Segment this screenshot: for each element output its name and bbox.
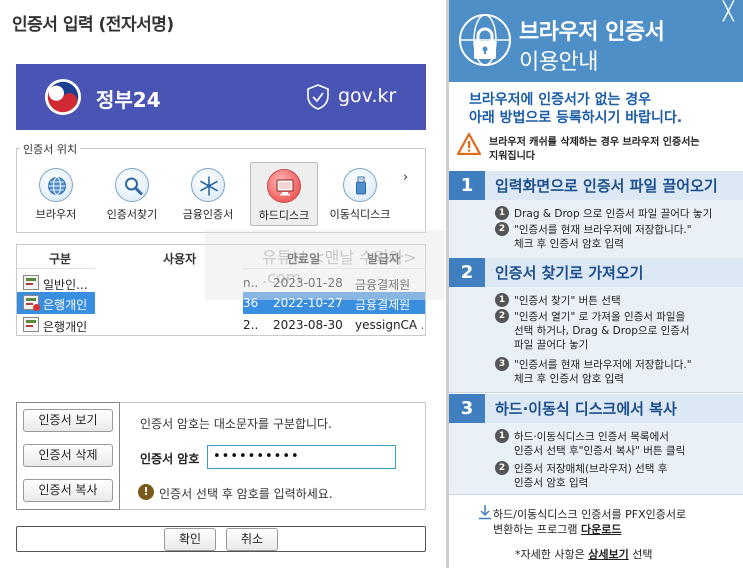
step-text: 선택 하거나, Drag & Drop으로 인증서 bbox=[514, 325, 690, 337]
step-text: 인증서 암호 입력 bbox=[514, 477, 589, 489]
certificate-dialog: 인증서 입력 (전자서명) 정부24 gov.kr 인증서 위치 브라우저 인증… bbox=[0, 0, 446, 568]
delete-cert-button[interactable]: 인증서 삭제 bbox=[23, 444, 113, 467]
magnifier-icon bbox=[115, 168, 149, 202]
watermark-text: 유튜브 <맨날 수리아> .com bbox=[262, 248, 417, 287]
step-text: "인증서를 현재 브라우저에 저장합니다." bbox=[514, 224, 692, 236]
view-cert-button[interactable]: 인증서 보기 bbox=[23, 409, 113, 432]
step-number: 2 bbox=[495, 309, 509, 323]
ok-button[interactable]: 확인 bbox=[164, 528, 216, 551]
password-label: 인증서 암호 bbox=[140, 452, 200, 466]
location-browser[interactable]: 브라우저 bbox=[22, 162, 90, 226]
step-text: 인증서 선택 후"인증서 복사" 버튼 클릭 bbox=[514, 445, 686, 457]
copy-cert-button[interactable]: 인증서 복사 bbox=[23, 479, 113, 502]
location-financial-cert[interactable]: 금융인증서 bbox=[174, 162, 242, 226]
guide-title-line1: 브라우저 인증서 bbox=[519, 20, 665, 45]
certificate-icon bbox=[23, 275, 39, 290]
shield-check-icon bbox=[307, 84, 329, 110]
section-number: 1 bbox=[449, 171, 485, 200]
location-hard-disk[interactable]: 하드디스크 bbox=[250, 162, 318, 226]
location-browser-label: 브라우저 bbox=[35, 208, 77, 221]
step-number: 1 bbox=[495, 293, 509, 307]
location-financial-cert-label: 금융인증서 bbox=[182, 208, 234, 221]
section-body: 1 하드·이동식디스크 인증서 목록에서 인증서 선택 후"인증서 복사" 버튼… bbox=[449, 423, 743, 495]
cell-user: 2... bbox=[243, 318, 259, 332]
location-find-cert-label: 인증서찾기 bbox=[106, 208, 158, 221]
detail-line: *자세한 사항은 상세보기 선택 bbox=[515, 546, 652, 562]
section-number: 2 bbox=[449, 258, 485, 287]
step-text: 파일 끌어다 놓기 bbox=[514, 339, 589, 351]
select-cert-hint: 인증서 선택 후 암호를 입력하세요. bbox=[159, 487, 333, 501]
gov-banner: 정부24 gov.kr bbox=[16, 64, 426, 130]
detail-suffix: 선택 bbox=[628, 548, 653, 561]
step-text: Drag & Drop 으로 인증서 파일 끌어다 놓기 bbox=[514, 208, 713, 220]
step-text: "인증서를 현재 브라우저에 저장합니다." bbox=[514, 359, 692, 371]
info-icon: ! bbox=[138, 484, 154, 500]
button-bar bbox=[16, 526, 426, 552]
case-sensitive-hint: 인증서 암호는 대소문자를 구분합니다. bbox=[140, 417, 332, 431]
browser-cert-guide-panel: 브라우저 인증서 이용안내 ╳ 브라우저에 인증서가 없는 경우 아래 방법으로… bbox=[449, 0, 743, 568]
gov24-name: 정부24 bbox=[96, 88, 161, 112]
location-find-cert[interactable]: 인증서찾기 bbox=[98, 162, 166, 226]
section-body: 1 Drag & Drop 으로 인증서 파일 끌어다 놓기 2 "인증서를 현… bbox=[449, 200, 743, 261]
section-header: 3 하드·이동식 디스크에서 복사 bbox=[449, 394, 743, 423]
cert-location-legend: 인증서 위치 bbox=[20, 141, 81, 157]
guide-title-line2: 이용안내 bbox=[519, 50, 598, 75]
section-header: 1 입력화면으로 인증서 파일 끌어오기 bbox=[449, 171, 743, 200]
pfx-convert-line1: 하드/이동식디스크 인증서를 PFX인증서로 bbox=[493, 508, 687, 521]
section-number: 3 bbox=[449, 394, 485, 423]
guide-intro-line1: 브라우저에 인증서가 없는 경우 bbox=[469, 92, 652, 108]
location-next-arrow[interactable]: › bbox=[403, 170, 408, 185]
section-title: 하드·이동식 디스크에서 복사 bbox=[495, 400, 677, 418]
password-input[interactable]: •••••••••• bbox=[207, 445, 396, 469]
cell-expiry: 2023-08-30 bbox=[273, 318, 343, 332]
guide-header: 브라우저 인증서 이용안내 ╳ bbox=[449, 0, 743, 82]
certificate-icon bbox=[23, 295, 40, 311]
dialog-title: 인증서 입력 (전자서명) bbox=[12, 15, 174, 35]
certificate-icon bbox=[23, 317, 39, 332]
step-number: 3 bbox=[495, 357, 509, 371]
usb-icon bbox=[343, 168, 377, 202]
location-hard-disk-label: 하드디스크 bbox=[258, 209, 310, 222]
globe-icon bbox=[39, 168, 73, 202]
detail-prefix: *자세한 사항은 bbox=[515, 548, 589, 561]
location-removable-disk-label: 이동식디스크 bbox=[329, 208, 391, 221]
taegeuk-logo-icon bbox=[44, 78, 82, 116]
pfx-convert-line2: 변환하는 프로그램 다운로드 bbox=[493, 521, 621, 537]
col-user: 사용자 bbox=[163, 252, 197, 266]
warning-triangle-icon bbox=[457, 133, 481, 155]
step-text: "인증서 열기" 로 가져올 인증서 파일을 bbox=[514, 311, 686, 323]
asterisk-icon bbox=[191, 168, 225, 202]
detail-link[interactable]: 상세보기 bbox=[588, 548, 628, 561]
step-text: 하드·이동식디스크 인증서 목록에서 bbox=[514, 431, 669, 443]
step-number: 2 bbox=[495, 461, 509, 475]
pfx-convert-text: 변환하는 프로그램 bbox=[493, 523, 581, 536]
section-title: 입력화면으로 인증서 파일 끌어오기 bbox=[495, 177, 718, 195]
step-number: 1 bbox=[495, 206, 509, 220]
lock-globe-icon bbox=[459, 14, 511, 66]
close-icon[interactable]: ╳ bbox=[723, 3, 734, 21]
col-type: 구분 bbox=[49, 252, 72, 266]
download-icon bbox=[479, 505, 491, 520]
section-header: 2 인증서 찾기로 가져오기 bbox=[449, 258, 743, 287]
guide-intro-line2: 아래 방법으로 등록하시기 바랍니다. bbox=[469, 110, 683, 126]
cancel-button[interactable]: 취소 bbox=[226, 528, 278, 551]
step-number: 1 bbox=[495, 429, 509, 443]
gov-kr-domain: gov.kr bbox=[338, 85, 397, 107]
cell-issuer: yessignCA ... bbox=[355, 318, 423, 332]
step-number: 2 bbox=[495, 222, 509, 236]
step-text: 체크 후 인증서 암호 입력 bbox=[514, 238, 624, 250]
cache-warning-line1: 브라우저 캐쉬를 삭제하는 경우 브라우저 인증서는 bbox=[489, 137, 700, 148]
step-text: 체크 후 인증서 암호 입력 bbox=[514, 373, 624, 385]
download-link[interactable]: 다운로드 bbox=[581, 523, 621, 536]
cache-warning-line2: 지워집니다 bbox=[489, 151, 535, 162]
section-body: 1 "인증서 찾기" 버튼 선택 2 "인증서 열기" 로 가져올 인증서 파일… bbox=[449, 287, 743, 393]
location-removable-disk[interactable]: 이동식디스크 bbox=[326, 162, 394, 226]
section-title: 인증서 찾기로 가져오기 bbox=[495, 264, 644, 282]
step-text: 인증서 저장매체(브라우저) 선택 후 bbox=[514, 463, 668, 475]
monitor-icon bbox=[267, 169, 301, 203]
step-text: "인증서 찾기" 버튼 선택 bbox=[514, 295, 621, 307]
